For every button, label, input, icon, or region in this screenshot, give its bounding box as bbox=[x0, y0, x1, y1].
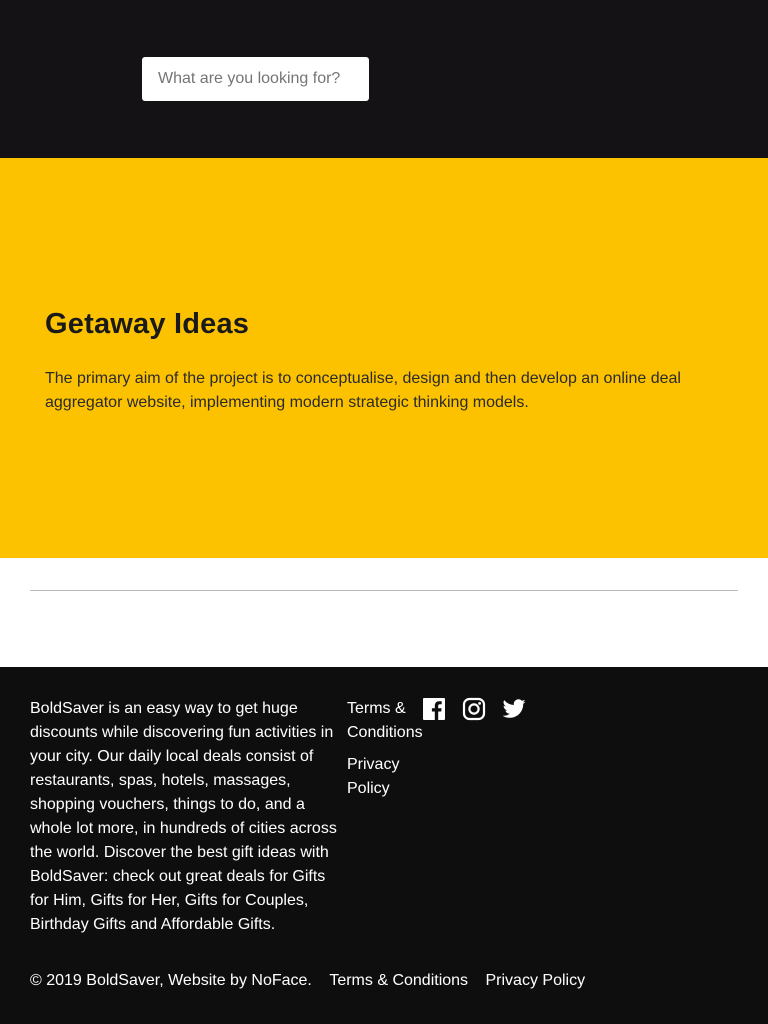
top-header bbox=[0, 0, 768, 158]
search-input[interactable] bbox=[142, 57, 369, 101]
bottom-terms-link[interactable]: Terms & Conditions bbox=[329, 972, 468, 989]
footer-privacy-link[interactable]: Privacy Policy bbox=[347, 753, 427, 801]
hero-title: Getaway Ideas bbox=[45, 308, 250, 340]
site-footer: BoldSaver is an easy way to get huge dis… bbox=[0, 667, 768, 1024]
instagram-icon[interactable] bbox=[462, 697, 486, 721]
bottom-privacy-link[interactable]: Privacy Policy bbox=[486, 972, 586, 989]
facebook-icon[interactable] bbox=[422, 697, 446, 721]
footer-links: Terms & Conditions Privacy Policy bbox=[347, 697, 427, 809]
copyright-text: © 2019 BoldSaver, Website by NoFace. bbox=[30, 972, 312, 989]
twitter-icon[interactable] bbox=[502, 697, 526, 721]
hero-section: Getaway Ideas The primary aim of the pro… bbox=[0, 158, 768, 558]
social-links bbox=[422, 697, 526, 721]
search-box[interactable] bbox=[142, 57, 369, 101]
footer-about-text: BoldSaver is an easy way to get huge dis… bbox=[30, 700, 337, 933]
content-divider bbox=[30, 590, 738, 591]
footer-terms-link[interactable]: Terms & Conditions bbox=[347, 697, 427, 745]
hero-description: The primary aim of the project is to con… bbox=[45, 370, 681, 411]
footer-bottom-bar: © 2019 BoldSaver, Website by NoFace. Ter… bbox=[30, 969, 585, 993]
